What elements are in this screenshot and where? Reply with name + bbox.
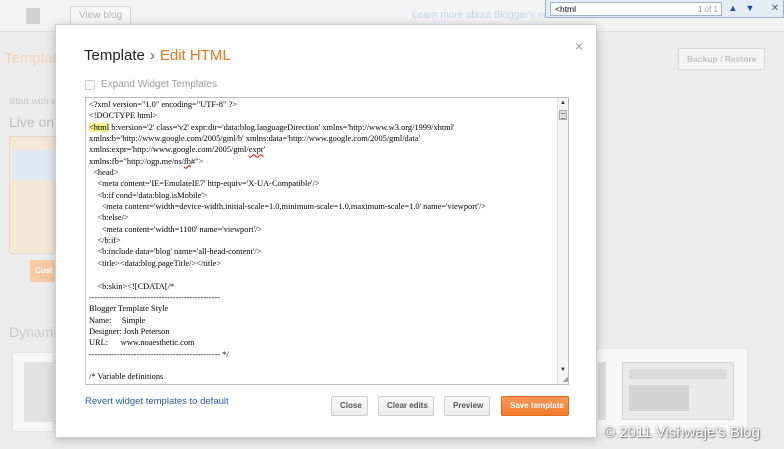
edit-html-dialog: Template › Edit HTML × Expand Widget Templ…: [55, 24, 597, 438]
code-line: <b:if cond='data:blog.isMobile'>: [89, 190, 208, 200]
scroll-up-arrow-icon[interactable]: ▲: [558, 98, 568, 108]
code-text-area[interactable]: <?xml version="1.0" encoding="UTF-8" ?> <…: [86, 98, 556, 384]
dialog-title: Template › Edit HTML: [84, 47, 231, 64]
find-input[interactable]: <html 1 of 1: [550, 2, 722, 16]
resize-grip-icon[interactable]: ◢: [558, 375, 568, 384]
scrollbar-thumb[interactable]: [559, 110, 567, 120]
code-line: <html b:version='2' class='v2' expr:dir=…: [89, 122, 455, 132]
page-title: Templat: [4, 50, 57, 67]
code-line: <b:include data='blog' name='all-head-co…: [89, 247, 262, 257]
customize-button[interactable]: Cust: [30, 260, 56, 282]
find-match-highlight: <html: [89, 122, 110, 132]
code-line: Designer: Josh Peterson: [89, 326, 170, 336]
spellcheck-underline: expr: [248, 145, 264, 155]
code-line: ----------------------------------------…: [89, 292, 221, 302]
expand-widget-templates[interactable]: Expand Widget Templates: [85, 79, 217, 90]
code-line: <b:skin><![CDATA[/*: [89, 281, 175, 291]
code-line: Name: Simple: [89, 315, 146, 325]
html-editor[interactable]: <?xml version="1.0" encoding="UTF-8" ?> <…: [85, 97, 569, 385]
close-icon[interactable]: ✕: [768, 1, 782, 16]
document-icon[interactable]: [26, 8, 40, 24]
backup-restore-button[interactable]: Backup / Restore: [678, 48, 766, 70]
close-button[interactable]: Close: [331, 396, 368, 416]
thumbnail-preview-image: [12, 150, 55, 180]
find-match-count: 1 of 1: [697, 5, 718, 14]
chevron-down-icon[interactable]: ▼: [743, 1, 757, 16]
template-thumbnail[interactable]: [24, 362, 56, 422]
chevron-up-icon[interactable]: ▲: [726, 1, 740, 16]
code-line: xmlns:expr='http://www.google.com/2005/g…: [89, 145, 266, 155]
code-line: Blogger Template Style: [89, 304, 169, 314]
chevron-right-icon: ›: [149, 47, 155, 64]
editor-scrollbar[interactable]: ▲ ▼: [557, 98, 568, 384]
preview-button[interactable]: Preview: [444, 396, 490, 416]
code-line: /* Variable definitions: [89, 372, 164, 382]
breadcrumb-edit-html: Edit HTML: [159, 47, 231, 64]
code-line: xmlns:b='http://www.google.com/2005/gml/…: [89, 134, 420, 144]
code-line: <?xml version="1.0" encoding="UTF-8" ?>: [89, 100, 237, 109]
code-line: <meta content='width=1100' name='viewpor…: [89, 224, 263, 234]
code-line: <title><data:blog.pageTitle/></title>: [89, 258, 222, 268]
view-blog-button[interactable]: View blog: [70, 6, 132, 26]
breadcrumb-template: Template: [84, 47, 145, 64]
save-template-button[interactable]: Save template: [501, 396, 569, 416]
dynamic-views-heading: Dynami: [9, 324, 57, 340]
code-line: ----------------------------------------…: [89, 349, 229, 359]
code-line: <meta content='IE=EmulateIE7' http-equiv…: [89, 179, 320, 189]
clear-edits-button[interactable]: Clear edits: [378, 396, 434, 416]
scroll-down-arrow-icon[interactable]: ▼: [558, 365, 568, 375]
code-line: <meta content='width=device-width,initia…: [89, 202, 486, 212]
code-line: xmlns:fb="http://ogp.me/ns/fb#">: [89, 156, 204, 166]
code-line: <b:else/>: [89, 213, 129, 223]
expand-widget-checkbox[interactable]: [85, 79, 95, 90]
watermark: © 2011 Vishwaje's Blog: [604, 424, 760, 441]
code-line: <!DOCTYPE html>: [89, 111, 158, 121]
code-line: </b:if>: [89, 236, 121, 246]
close-icon[interactable]: ×: [571, 38, 587, 54]
code-line: <head>: [89, 168, 119, 178]
template-thumbnail[interactable]: [598, 362, 606, 420]
code-line: URL: www.noaesthetic.com: [89, 338, 195, 348]
find-query: <html: [555, 4, 577, 14]
expand-widget-label: Expand Widget Templates: [101, 79, 217, 90]
revert-widget-templates-link[interactable]: Revert widget templates to default: [85, 396, 229, 407]
spellcheck-underline: fb: [183, 156, 191, 166]
template-thumbnail[interactable]: [622, 362, 734, 420]
start-with-text: Start with a: [9, 96, 57, 107]
find-bar: <html 1 of 1 ▲ ▼ ✕: [545, 0, 784, 18]
